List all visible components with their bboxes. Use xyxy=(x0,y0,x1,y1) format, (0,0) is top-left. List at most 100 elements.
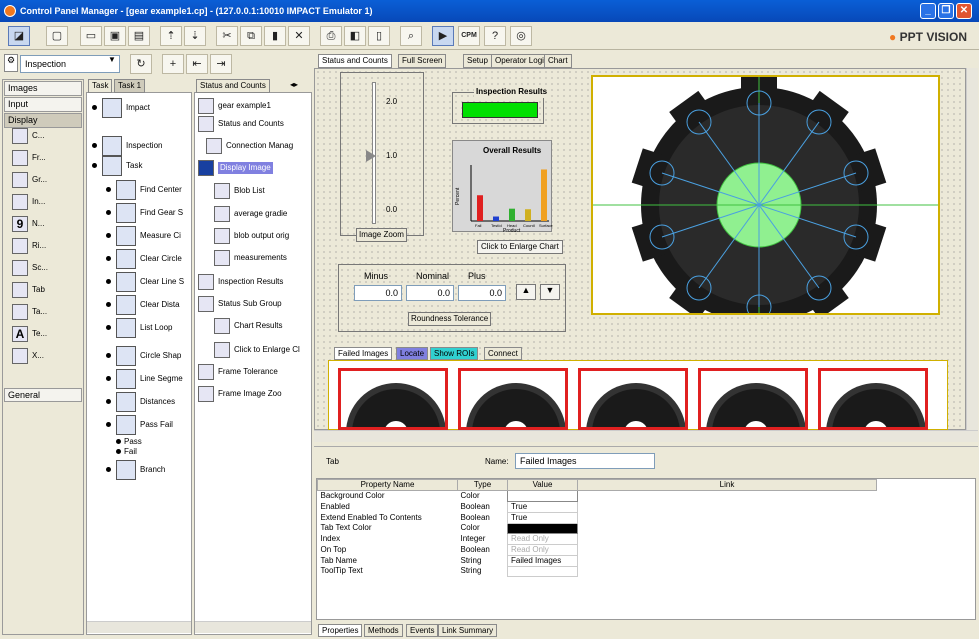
delete-icon[interactable]: ✕ xyxy=(288,26,310,46)
props-tab[interactable]: Properties xyxy=(318,624,363,637)
status-item-label[interactable]: Blob List xyxy=(234,185,265,197)
tree-node-bullet[interactable] xyxy=(106,325,111,330)
tab-task-1[interactable]: Task 1 xyxy=(114,79,146,93)
task-item-label[interactable]: Find Gear S xyxy=(140,207,183,219)
image-tab[interactable]: Connect xyxy=(484,347,522,360)
image-tab[interactable]: Locate xyxy=(396,347,429,360)
canvas-hscroll[interactable] xyxy=(314,430,978,442)
status-item-label[interactable]: Frame Image Zoo xyxy=(218,388,282,400)
status-item-label[interactable]: Status Sub Group xyxy=(218,298,282,310)
inspection-mode-icon[interactable]: ◪ xyxy=(8,26,30,46)
property-link[interactable] xyxy=(578,533,877,544)
down-arrow-button[interactable]: ▼ xyxy=(540,284,560,300)
up-arrow-button[interactable]: ▲ xyxy=(516,284,536,300)
tolerance-input[interactable]: 0.0 xyxy=(354,285,402,301)
property-value[interactable] xyxy=(507,565,578,577)
task-item-label[interactable]: Find Center xyxy=(140,184,182,196)
table-icon[interactable] xyxy=(12,304,28,320)
property-row[interactable]: Background Color Color xyxy=(318,490,877,502)
rich-text-icon[interactable] xyxy=(12,238,28,254)
tree-node-bullet[interactable] xyxy=(106,353,111,358)
failed-image-thumbnail[interactable] xyxy=(338,368,448,430)
tree-node-bullet[interactable] xyxy=(106,187,111,192)
canvas-vscroll[interactable] xyxy=(966,68,978,430)
upload-icon[interactable]: ⇡ xyxy=(160,26,182,46)
add-icon[interactable]: + xyxy=(162,54,184,74)
move-right-icon[interactable]: ⇥ xyxy=(210,54,232,74)
main-tab[interactable]: Setup xyxy=(463,54,492,68)
tree-node-bullet[interactable] xyxy=(106,399,111,404)
run-icon[interactable]: ▶ xyxy=(432,26,454,46)
property-value[interactable]: Read Only xyxy=(507,532,578,545)
chevron-down-icon[interactable]: ▼ xyxy=(108,55,116,64)
copy-icon[interactable]: ⧉ xyxy=(240,26,262,46)
chart-icon[interactable] xyxy=(12,128,28,144)
tree-node-bullet[interactable] xyxy=(106,210,111,215)
tree-node-bullet[interactable] xyxy=(92,105,97,110)
move-left-icon[interactable]: ⇤ xyxy=(186,54,208,74)
scroll-icon[interactable] xyxy=(12,260,28,276)
tolerance-input[interactable]: 0.0 xyxy=(406,285,454,301)
close-button[interactable]: ✕ xyxy=(956,3,972,19)
refresh-icon[interactable]: ↻ xyxy=(130,54,152,74)
property-row[interactable]: On Top Boolean Read Only xyxy=(318,543,877,556)
task-item-label[interactable]: Task xyxy=(126,160,142,172)
failed-image-thumbnail[interactable] xyxy=(458,368,568,430)
failed-image-thumbnail[interactable] xyxy=(698,368,808,430)
property-link[interactable] xyxy=(578,501,877,512)
tree-node-bullet[interactable] xyxy=(106,233,111,238)
property-link[interactable] xyxy=(578,491,877,502)
tab-icon[interactable] xyxy=(12,282,28,298)
status-item-label[interactable]: gear example1 xyxy=(218,100,271,112)
props-tab[interactable]: Methods xyxy=(364,624,403,637)
main-tab[interactable]: Status and Counts xyxy=(318,54,392,68)
property-value[interactable]: True xyxy=(507,511,578,524)
enlarge-chart-button[interactable]: Click to Enlarge Chart xyxy=(477,240,563,254)
task-item-label[interactable]: List Loop xyxy=(140,322,172,334)
tree-node-bullet[interactable] xyxy=(106,302,111,307)
open-icon[interactable]: ▭ xyxy=(80,26,102,46)
status-item-label[interactable]: Display Image xyxy=(218,162,273,174)
tab-status[interactable]: Status and Counts xyxy=(196,79,270,93)
cpm-icon[interactable]: CPM xyxy=(458,26,480,46)
status-item-label[interactable]: Frame Tolerance xyxy=(218,366,278,378)
numeric-icon[interactable]: 9 xyxy=(12,216,28,232)
print-icon[interactable]: ⎙ xyxy=(320,26,342,46)
task-item-label[interactable]: Distances xyxy=(140,396,175,408)
props-tab[interactable]: Link Summary xyxy=(438,624,498,637)
save-icon[interactable]: ▣ xyxy=(104,26,126,46)
property-row[interactable]: ToolTip Text String xyxy=(318,565,877,577)
main-tab[interactable]: Full Screen xyxy=(398,54,447,68)
status-scrollbar[interactable] xyxy=(195,621,311,633)
status-item-label[interactable]: measurements xyxy=(234,252,287,264)
property-value[interactable]: Failed Images xyxy=(507,554,578,567)
status-item-label[interactable]: average gradie xyxy=(234,208,287,220)
save-all-icon[interactable]: ▤ xyxy=(128,26,150,46)
task-scrollbar[interactable] xyxy=(87,621,191,633)
maximize-button[interactable]: ❐ xyxy=(938,3,954,19)
minimize-button[interactable]: _ xyxy=(920,3,936,19)
status-item-label[interactable]: Click to Enlarge Cl xyxy=(234,344,300,356)
page-icon[interactable]: ▯ xyxy=(368,26,390,46)
image-tab[interactable]: Failed Images xyxy=(334,347,393,360)
tree-node-bullet[interactable] xyxy=(116,439,121,444)
globe-icon[interactable]: ◎ xyxy=(510,26,532,46)
props-tab[interactable]: Events xyxy=(406,624,439,637)
task-item-label[interactable]: Branch xyxy=(140,464,165,476)
task-item-label[interactable]: Clear Dista xyxy=(140,299,180,311)
property-row[interactable]: Index Integer Read Only xyxy=(318,532,877,545)
xy-chart-icon[interactable] xyxy=(12,348,28,364)
task-item-label[interactable]: Clear Line S xyxy=(140,276,184,288)
task-item-label[interactable]: Inspection xyxy=(126,140,162,152)
paste-icon[interactable]: ▮ xyxy=(264,26,286,46)
indicator-icon[interactable] xyxy=(12,194,28,210)
property-link[interactable] xyxy=(578,544,877,555)
cut-icon[interactable]: ✂ xyxy=(216,26,238,46)
tree-node-bullet[interactable] xyxy=(92,163,97,168)
status-item-label[interactable]: Status and Counts xyxy=(218,118,284,130)
property-row[interactable]: Extend Enabled To Contents Boolean True xyxy=(318,511,877,524)
property-link[interactable] xyxy=(578,523,877,533)
frame-icon[interactable] xyxy=(12,150,28,166)
property-value[interactable] xyxy=(507,522,578,534)
status-item-label[interactable]: Connection Manag xyxy=(226,140,293,152)
